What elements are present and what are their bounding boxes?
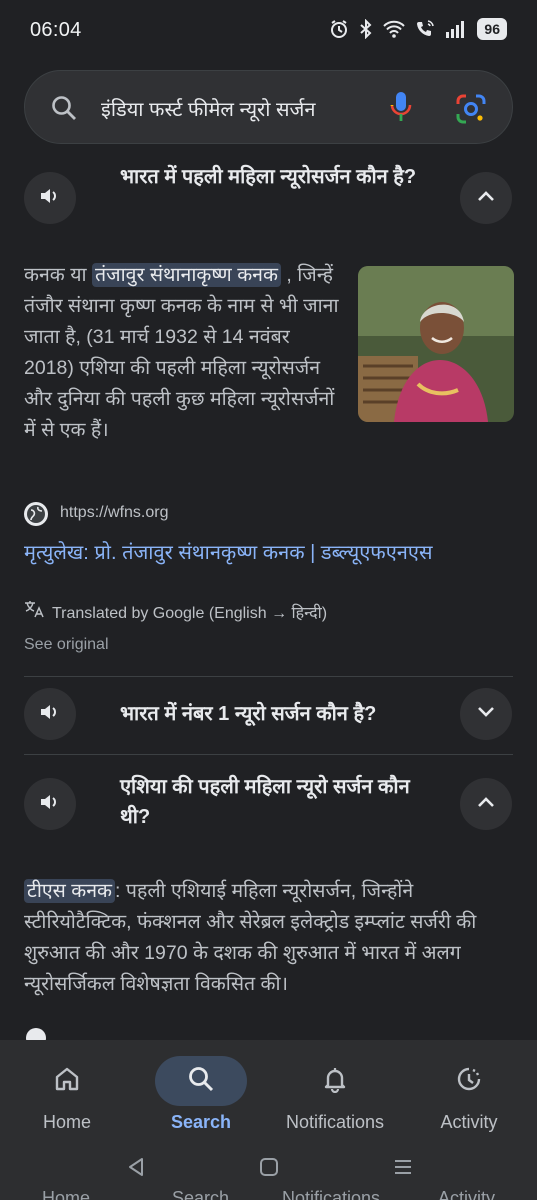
- translated-by-text: Translated by Google (English → हिन्दी): [52, 604, 328, 622]
- alarm-icon: [329, 19, 349, 39]
- question-row[interactable]: भारत में नंबर 1 न्यूरो सर्जन कौन है?: [0, 688, 537, 744]
- back-icon[interactable]: [126, 1156, 146, 1183]
- speaker-icon: [39, 702, 61, 727]
- ghost-nav-labels: Home Search Notifications Activity: [0, 1188, 537, 1200]
- search-bar[interactable]: इंडिया फर्स्ट फीमेल न्यूरो सर्जन: [24, 70, 513, 144]
- google-lens-icon[interactable]: [455, 93, 487, 130]
- answer-highlight: टीएस कनक: [24, 879, 116, 903]
- question-text: भारत में पहली महिला न्यूरोसर्जन कौन है?: [120, 166, 417, 188]
- bottom-navigation: Home Search Notifications Activity: [0, 1040, 537, 1140]
- signal-icon: [445, 20, 467, 38]
- speaker-button[interactable]: [24, 172, 76, 224]
- status-icons: 96: [329, 18, 507, 40]
- ghost-search-label: Search: [172, 1188, 230, 1200]
- translate-icon: [24, 600, 44, 623]
- nav-home-label: Home: [42, 1112, 91, 1132]
- question-row[interactable]: एशिया की पहली महिला न्यूरो सर्जन कौन थी?: [0, 770, 537, 846]
- microphone-icon[interactable]: [389, 91, 413, 130]
- nav-notifications-label: Notifications: [285, 1112, 385, 1132]
- speaker-button[interactable]: [24, 688, 76, 740]
- translation-notice: Translated by Google (English → हिन्दी): [24, 600, 327, 623]
- status-time: 06:04: [30, 19, 82, 41]
- battery-indicator: 96: [477, 18, 507, 40]
- question-text: भारत में नंबर 1 न्यूरो सर्जन कौन है?: [120, 703, 377, 725]
- nav-search[interactable]: Search: [134, 1040, 268, 1140]
- chevron-down-icon: [476, 705, 496, 724]
- collapse-button[interactable]: [460, 172, 512, 224]
- expand-button[interactable]: [460, 688, 512, 740]
- ghost-activity-label: Activity: [438, 1188, 496, 1200]
- see-original-link[interactable]: See original: [24, 636, 109, 654]
- speaker-button[interactable]: [24, 778, 76, 830]
- nav-home[interactable]: Home: [0, 1040, 134, 1140]
- status-bar: 06:04 96: [0, 0, 537, 62]
- answer-text: कनक या तंजावुर संथानाकृष्ण कनक , जिन्हें…: [24, 260, 340, 446]
- question-text: एशिया की पहली महिला न्यूरो सर्जन कौन थी?: [120, 776, 410, 828]
- source-title-link[interactable]: मृत्युलेख: प्रो. तंजावुर संथानकृष्ण कनक …: [24, 538, 432, 565]
- results-content[interactable]: भारत में पहली महिला न्यूरोसर्जन कौन है? …: [0, 150, 537, 1040]
- home-icon: [53, 1065, 81, 1098]
- nav-notifications-pill[interactable]: [289, 1056, 381, 1106]
- source-row-partial: [24, 1016, 324, 1040]
- nav-search-label: Search: [170, 1112, 232, 1132]
- search-icon: [187, 1065, 215, 1098]
- nav-home-pill[interactable]: [21, 1056, 113, 1106]
- divider: [24, 754, 513, 755]
- answer-text: टीएस कनक: पहली एशियाई महिला न्यूरोसर्जन,…: [24, 876, 516, 1000]
- collapse-button[interactable]: [460, 778, 512, 830]
- speaker-icon: [39, 792, 61, 817]
- chevron-up-icon: [476, 189, 496, 208]
- chevron-up-icon: [476, 795, 496, 814]
- nav-activity[interactable]: Activity: [402, 1040, 536, 1140]
- portrait-image[interactable]: [358, 266, 514, 422]
- speaker-icon: [39, 186, 61, 211]
- answer-prefix: कनक या: [24, 264, 87, 286]
- wifi-icon: [383, 20, 406, 38]
- nav-activity-pill[interactable]: [423, 1056, 515, 1106]
- home-square-icon[interactable]: [258, 1156, 280, 1183]
- ghost-notifications-label: Notifications: [282, 1188, 381, 1200]
- bluetooth-icon: [359, 19, 373, 39]
- wifi-call-icon: [415, 19, 435, 39]
- answer-highlight: तंजावुर संथानाकृष्ण कनक: [91, 263, 281, 287]
- question-row[interactable]: भारत में पहली महिला न्यूरोसर्जन कौन है?: [0, 162, 537, 242]
- divider: [24, 676, 513, 677]
- nav-search-pill[interactable]: [155, 1056, 247, 1106]
- recents-icon[interactable]: [392, 1156, 414, 1183]
- search-icon: [51, 95, 77, 126]
- answer-rest: , जिन्हें तंजौर संथाना कृष्ण कनक के नाम …: [24, 264, 339, 441]
- activity-icon: [455, 1065, 483, 1098]
- source-url[interactable]: https://wfns.org: [60, 504, 169, 522]
- nav-activity-label: Activity: [440, 1112, 498, 1132]
- bell-icon: [321, 1065, 349, 1098]
- nav-notifications[interactable]: Notifications: [268, 1040, 402, 1140]
- globe-icon: [24, 502, 48, 526]
- search-query[interactable]: इंडिया फर्स्ट फीमेल न्यूरो सर्जन: [101, 95, 315, 122]
- ghost-home-label: Home: [42, 1188, 91, 1200]
